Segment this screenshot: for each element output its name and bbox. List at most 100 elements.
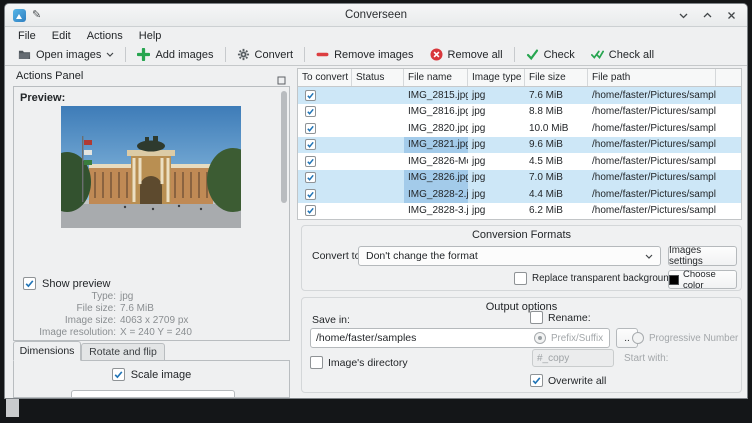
progressive-number-radio[interactable]: Progressive Number (632, 332, 738, 344)
menu-file[interactable]: File (10, 29, 44, 43)
remove-images-button[interactable]: Remove images (308, 45, 421, 65)
cell-to-convert (298, 170, 352, 187)
checkbox-unchecked (514, 272, 527, 285)
cell-image-type: jpg (468, 186, 525, 203)
remove-all-button[interactable]: Remove all (422, 45, 511, 65)
col-file-name[interactable]: File name (404, 69, 468, 86)
cell-image-type: jpg (468, 87, 525, 104)
maximize-icon[interactable] (702, 10, 713, 21)
col-file-path[interactable]: File path (588, 69, 716, 86)
info-label: Image size: (14, 315, 116, 327)
col-image-type[interactable]: Image type (468, 69, 525, 86)
table-row[interactable]: IMG_2828-2.jpgjpg4.4 MiB/home/faster/Pic… (298, 186, 741, 203)
info-row: Type:jpg (14, 291, 281, 303)
cell-image-type: jpg (468, 120, 525, 137)
tab-rotate-flip[interactable]: Rotate and flip (81, 343, 165, 361)
open-images-button[interactable]: Open images (10, 45, 122, 65)
cell-filler (716, 203, 741, 220)
row-checkbox[interactable] (305, 106, 316, 117)
check-icon (526, 48, 539, 61)
col-status[interactable]: Status (352, 69, 404, 86)
col-filler (716, 69, 741, 86)
toolbar-separator (125, 47, 126, 62)
row-checkbox[interactable] (305, 189, 316, 200)
col-to-convert[interactable]: To convert (298, 69, 352, 86)
info-row: Image resolution:X = 240 Y = 240 (14, 327, 281, 339)
pin-icon[interactable]: ✎ (32, 10, 41, 21)
cell-image-type: jpg (468, 170, 525, 187)
cell-image-type: jpg (468, 203, 525, 220)
app-icon (13, 9, 26, 22)
cell-file-path: /home/faster/Pictures/samples (588, 153, 716, 170)
table-row[interactable]: IMG_2826.jpgjpg7.0 MiB/home/faster/Pictu… (298, 170, 741, 187)
check-button[interactable]: Check (518, 45, 583, 65)
radio-selected-disabled (534, 332, 546, 344)
background-window-fragment (6, 399, 19, 417)
cell-filler (716, 120, 741, 137)
row-checkbox[interactable] (305, 205, 316, 216)
show-preview-checkbox[interactable]: Show preview (23, 277, 110, 290)
menu-help[interactable]: Help (131, 29, 170, 43)
cell-file-size: 7.6 MiB (525, 87, 588, 104)
cell-file-size: 10.0 MiB (525, 120, 588, 137)
titlebar[interactable]: ✎ Converseen (5, 4, 747, 27)
cell-to-convert (298, 120, 352, 137)
clipped-widget[interactable] (71, 390, 235, 398)
cell-file-size: 4.5 MiB (525, 153, 588, 170)
table-header: To convert Status File name Image type F… (298, 69, 741, 87)
rename-checkbox[interactable]: Rename: (530, 311, 591, 324)
col-file-size[interactable]: File size (525, 69, 588, 86)
cell-file-path: /home/faster/Pictures/samples (588, 203, 716, 220)
add-images-button[interactable]: Add images (129, 45, 221, 65)
rename-pattern-input[interactable] (532, 349, 614, 367)
cell-file-name: IMG_2820.jpg (404, 120, 468, 137)
plus-icon (137, 48, 150, 61)
cell-file-size: 4.4 MiB (525, 186, 588, 203)
images-settings-button[interactable]: Images settings (668, 246, 737, 266)
row-checkbox[interactable] (305, 172, 316, 183)
menubar: File Edit Actions Help (5, 27, 747, 44)
table-row[interactable]: IMG_2821.jpgjpg9.6 MiB/home/faster/Pictu… (298, 137, 741, 154)
check-all-button[interactable]: Check all (583, 45, 662, 65)
cell-status (352, 186, 404, 203)
cell-file-size: 9.6 MiB (525, 137, 588, 154)
cell-to-convert (298, 153, 352, 170)
cell-to-convert (298, 104, 352, 121)
dimensions-tab-panel: Scale image (13, 360, 290, 398)
table-row[interactable]: IMG_2828-3.jpgjpg6.2 MiB/home/faster/Pic… (298, 203, 741, 220)
cell-filler (716, 153, 741, 170)
cell-file-name: IMG_2826-Mo... (404, 153, 468, 170)
preview-label: Preview: (20, 92, 65, 104)
panel-scrollbar[interactable] (281, 91, 287, 203)
cell-file-size: 8.8 MiB (525, 104, 588, 121)
dock-float-icon[interactable] (277, 72, 286, 81)
replace-background-checkbox[interactable]: Replace transparent background (514, 272, 674, 285)
table-row[interactable]: IMG_2820.jpgjpg10.0 MiB/home/faster/Pict… (298, 120, 741, 137)
close-icon[interactable] (726, 10, 737, 21)
row-checkbox[interactable] (305, 123, 316, 134)
format-select[interactable]: Don't change the format (358, 246, 661, 266)
cell-filler (716, 87, 741, 104)
table-row[interactable]: IMG_2826-Mo...jpg4.5 MiB/home/faster/Pic… (298, 153, 741, 170)
scale-image-checkbox[interactable]: Scale image (14, 368, 289, 381)
overwrite-all-checkbox[interactable]: Overwrite all (530, 374, 606, 387)
prefix-suffix-radio[interactable]: Prefix/Suffix (534, 332, 603, 344)
minus-icon (316, 48, 329, 61)
menu-edit[interactable]: Edit (44, 29, 79, 43)
table-row[interactable]: IMG_2816.jpgjpg8.8 MiB/home/faster/Pictu… (298, 104, 741, 121)
images-directory-checkbox[interactable]: Image's directory (310, 356, 408, 369)
row-checkbox[interactable] (305, 156, 316, 167)
window-title: Converseen (5, 9, 747, 21)
row-checkbox[interactable] (305, 90, 316, 101)
table-row[interactable]: IMG_2815.jpgjpg7.6 MiB/home/faster/Pictu… (298, 87, 741, 104)
tab-dimensions[interactable]: Dimensions (13, 341, 81, 361)
choose-color-button[interactable]: Choose color (668, 270, 737, 289)
cell-file-path: /home/faster/Pictures/samples (588, 104, 716, 121)
chevron-down-icon (645, 254, 653, 259)
cell-file-name: IMG_2826.jpg (404, 170, 468, 187)
convert-button[interactable]: Convert (229, 45, 302, 65)
minimize-icon[interactable] (678, 10, 689, 21)
row-checkbox[interactable] (305, 139, 316, 150)
menu-actions[interactable]: Actions (79, 29, 131, 43)
convert-to-label: Convert to: (312, 250, 363, 262)
